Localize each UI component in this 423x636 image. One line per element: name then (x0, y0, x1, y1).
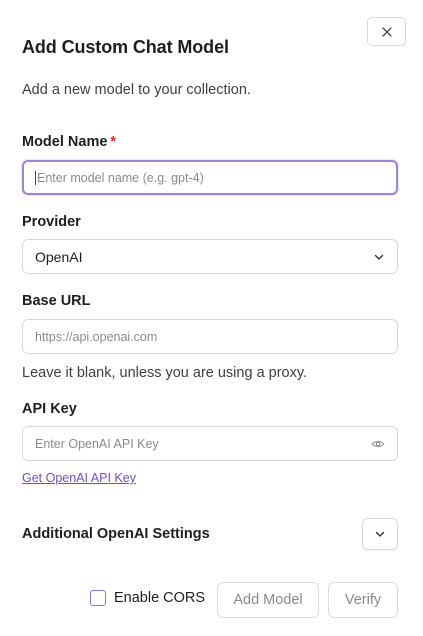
additional-settings-label: Additional OpenAI Settings (22, 526, 210, 542)
verify-button[interactable]: Verify (328, 582, 398, 618)
enable-cors-option[interactable]: Enable CORS (90, 590, 205, 606)
dialog-subtitle: Add a new model to your collection. (22, 82, 251, 98)
text-caret (35, 170, 36, 185)
eye-icon[interactable] (371, 437, 385, 451)
api-key-label: API Key (22, 401, 77, 417)
chevron-down-icon (373, 251, 385, 263)
model-name-label: Model Name * (22, 134, 116, 150)
api-key-placeholder: Enter OpenAI API Key (35, 436, 159, 451)
model-name-placeholder: Enter model name (e.g. gpt-4) (37, 170, 204, 185)
add-custom-chat-model-dialog: Add Custom Chat Model Add a new model to… (0, 0, 423, 636)
enable-cors-checkbox[interactable] (90, 590, 106, 606)
provider-label: Provider (22, 214, 81, 230)
close-icon (381, 26, 392, 37)
add-model-button[interactable]: Add Model (217, 582, 319, 618)
base-url-placeholder: https://api.openai.com (35, 329, 158, 344)
dialog-title: Add Custom Chat Model (22, 37, 229, 57)
close-button[interactable] (367, 17, 406, 46)
enable-cors-label: Enable CORS (114, 590, 206, 606)
base-url-helper-text: Leave it blank, unless you are using a p… (22, 365, 308, 381)
provider-select[interactable]: OpenAI (22, 239, 398, 274)
base-url-input[interactable]: https://api.openai.com (22, 319, 398, 354)
get-api-key-link[interactable]: Get OpenAI API Key (22, 471, 136, 485)
chevron-down-icon (375, 531, 385, 537)
model-name-label-text: Model Name (22, 134, 108, 150)
model-name-input[interactable]: Enter model name (e.g. gpt-4) (22, 160, 398, 195)
api-key-input[interactable]: Enter OpenAI API Key (22, 426, 398, 461)
base-url-label: Base URL (22, 293, 91, 309)
additional-settings-toggle[interactable] (362, 518, 398, 550)
required-marker: * (110, 134, 117, 150)
provider-selected-value: OpenAI (35, 248, 83, 265)
